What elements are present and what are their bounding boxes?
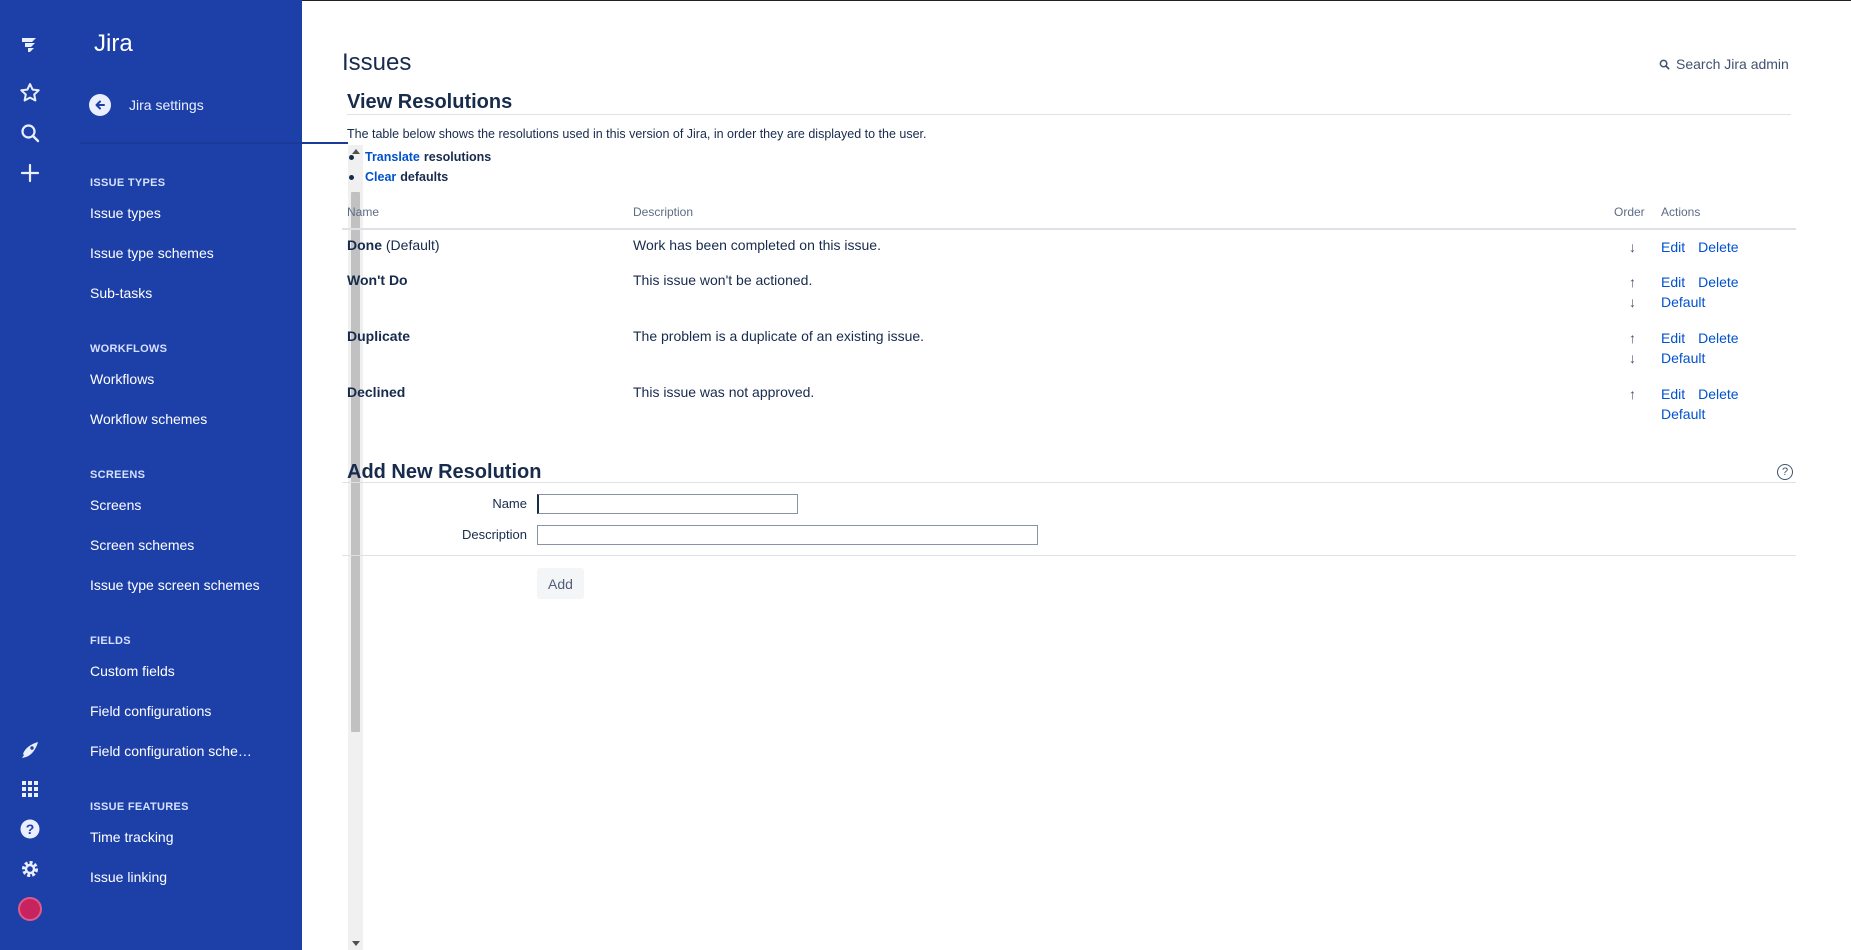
arrow-up-icon[interactable]: ↑ [1614,328,1651,348]
arrow-down-icon[interactable]: ↓ [1614,348,1651,368]
arrow-up-icon[interactable]: ↑ [1614,384,1651,404]
view-resolutions-heading: View Resolutions [347,91,513,113]
clear-link[interactable]: Clear [365,167,396,187]
back-label: Jira settings [129,97,204,113]
help-icon[interactable]: ? [1777,464,1793,480]
heading-divider [342,482,1796,483]
resolution-description: This issue won't be actioned. [633,272,813,288]
rocket-icon[interactable] [10,730,50,770]
name-input[interactable] [537,494,798,514]
bullet-text: defaults [400,170,449,184]
page-title: Issues [342,49,412,76]
add-resolution-heading: Add New Resolution [347,461,542,483]
sidebar-section-screens: SCREENS [90,469,146,481]
form-divider [342,555,1796,556]
table-header-row: Name Description Order Actions [342,205,1796,230]
default-marker: (Default) [385,237,440,253]
gear-icon[interactable] [10,849,50,889]
resolution-links: Translate resolutions Clear defaults [347,147,491,187]
resolutions-table: Name Description Order Actions Done (Def… [342,205,1796,433]
avatar[interactable] [10,889,50,929]
sidebar-item-workflows[interactable]: Workflows [78,359,286,399]
delete-link[interactable]: Delete [1698,274,1738,290]
table-row: Duplicate The problem is a duplicate of … [342,321,1796,377]
table-row: Done (Default) Work has been completed o… [342,229,1796,265]
search-admin-label: Search Jira admin [1676,56,1789,72]
column-header-order: Order [1614,205,1656,230]
search-jira-admin-link[interactable]: Search Jira admin [1659,56,1789,72]
search-icon[interactable] [10,113,50,153]
list-item: Clear defaults [347,167,491,187]
sidebar-item-screens[interactable]: Screens [78,485,286,525]
sidebar-item-workflow-schemes[interactable]: Workflow schemes [78,399,286,439]
edit-link[interactable]: Edit [1661,330,1685,346]
sidebar-section-workflows: WORKFLOWS [90,343,168,355]
add-button[interactable]: Add [537,568,584,599]
set-default-link[interactable]: Default [1661,294,1705,310]
sidebar-item-time-tracking[interactable]: Time tracking [78,817,286,857]
edit-link[interactable]: Edit [1661,274,1685,290]
description-label: Description [461,527,527,542]
sidebar-item-custom-fields[interactable]: Custom fields [78,651,286,691]
star-icon[interactable] [10,73,50,113]
global-nav-rail: ? [0,0,61,950]
sidebar-item-issue-types[interactable]: Issue types [78,193,286,233]
delete-link[interactable]: Delete [1698,386,1738,402]
svg-text:?: ? [26,821,35,837]
settings-sidebar: Jira Jira settings ISSUE TYPES Issue typ… [61,0,363,950]
table-row: Won't Do This issue won't be actioned. ↑… [342,265,1796,321]
help-icon[interactable]: ? [10,809,50,849]
resolution-description: The problem is a duplicate of an existin… [633,328,925,344]
sidebar-nav: ISSUE TYPES Issue types Issue type schem… [78,145,286,950]
plus-icon[interactable] [10,153,50,193]
set-default-link[interactable]: Default [1661,350,1705,366]
arrow-left-icon [89,94,111,116]
resolution-name: Duplicate [347,328,411,344]
sidebar-item-sub-tasks[interactable]: Sub-tasks [78,273,286,313]
sidebar-title: Jira [94,30,133,57]
resolution-description: Work has been completed on this issue. [633,237,881,253]
sidebar-section-fields: FIELDS [90,635,131,647]
intro-text: The table below shows the resolutions us… [347,127,927,141]
resolution-name: Declined [347,384,406,400]
column-header-name: Name [342,205,628,230]
column-header-actions: Actions [1656,205,1796,230]
table-row: Declined This issue was not approved. ↑ … [342,377,1796,433]
heading-divider [347,114,1791,115]
delete-link[interactable]: Delete [1698,330,1738,346]
column-header-description: Description [628,205,1614,230]
edit-link[interactable]: Edit [1661,386,1685,402]
edit-link[interactable]: Edit [1661,239,1685,255]
resolution-description: This issue was not approved. [633,384,815,400]
sidebar-section-issue-features: ISSUE FEATURES [90,801,189,813]
back-to-jira-settings[interactable]: Jira settings [89,94,204,116]
main-content: Issues Search Jira admin View Resolution… [302,0,1851,950]
arrow-down-icon[interactable]: ↓ [1614,237,1651,257]
list-item: Translate resolutions [347,147,491,167]
resolution-name: Won't Do [347,272,408,288]
arrow-up-icon[interactable]: ↑ [1614,272,1651,292]
delete-link[interactable]: Delete [1698,239,1738,255]
translate-link[interactable]: Translate [365,147,420,167]
sidebar-item-issue-type-schemes[interactable]: Issue type schemes [78,233,286,273]
arrow-down-icon[interactable]: ↓ [1614,292,1651,312]
sidebar-section-issue-types: ISSUE TYPES [90,177,166,189]
sidebar-item-field-configuration-schemes[interactable]: Field configuration sche… [78,731,286,771]
sidebar-item-issue-type-screen-schemes[interactable]: Issue type screen schemes [78,565,286,605]
jira-logo-icon[interactable] [10,24,50,64]
name-label: Name [492,496,527,511]
set-default-link[interactable]: Default [1661,406,1705,422]
sidebar-item-field-configurations[interactable]: Field configurations [78,691,286,731]
bullet-text: resolutions [423,150,492,164]
description-input[interactable] [537,525,1038,545]
sidebar-item-issue-linking[interactable]: Issue linking [78,857,286,897]
sidebar-item-screen-schemes[interactable]: Screen schemes [78,525,286,565]
resolution-name: Done [347,237,382,253]
search-small-icon [1659,59,1670,69]
app-grid-icon[interactable] [10,769,50,809]
